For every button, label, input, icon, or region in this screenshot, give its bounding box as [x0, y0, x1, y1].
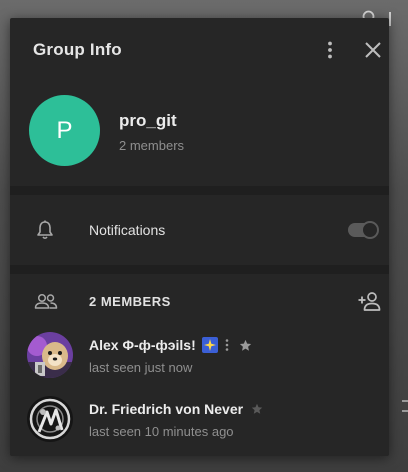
group-name: pro_git [119, 111, 177, 130]
group-avatar[interactable]: P [29, 95, 100, 166]
avatar [27, 332, 73, 378]
member-row[interactable]: Alex Φ-ф-фэils! last seen just now [10, 324, 389, 388]
group-info-dialog: Group Info P pro_git 2 members Notificat… [10, 18, 389, 456]
notifications-row[interactable]: Notifications [10, 195, 389, 265]
section-divider [10, 186, 389, 195]
people-icon [34, 293, 58, 309]
dialog-title: Group Info [33, 40, 122, 59]
dialog-header: Group Info [10, 18, 389, 80]
member-name: Dr. Friedrich von Never [89, 401, 263, 418]
background-divider [389, 12, 391, 26]
toggle-knob [361, 221, 379, 239]
member-last-seen: last seen just now [89, 360, 193, 375]
more-vertical-icon[interactable] [320, 40, 340, 60]
avatar [27, 396, 73, 442]
group-member-count: 2 members [119, 138, 185, 153]
member-name-text: Alex Φ-ф-фэils! [89, 337, 196, 354]
add-person-icon[interactable] [357, 289, 381, 313]
group-summary: P pro_git 2 members [10, 80, 389, 186]
background-line [402, 400, 408, 402]
member-row[interactable]: Dr. Friedrich von Never last seen 10 min… [10, 388, 389, 452]
star-icon [251, 402, 263, 418]
member-name-text: Dr. Friedrich von Never [89, 401, 244, 417]
notifications-toggle[interactable] [348, 221, 379, 239]
more-vertical-icon [224, 338, 230, 355]
section-divider [10, 265, 389, 274]
close-icon[interactable] [362, 39, 384, 61]
sparkle-emoji-icon [201, 337, 218, 356]
background-line [402, 410, 408, 412]
notifications-label: Notifications [89, 222, 166, 238]
members-count-heading: 2 MEMBERS [89, 294, 171, 309]
member-name: Alex Φ-ф-фэils! [89, 337, 252, 356]
member-last-seen: last seen 10 minutes ago [89, 424, 234, 439]
star-icon [239, 339, 252, 355]
bell-icon [37, 220, 53, 240]
members-section-header: 2 MEMBERS [10, 274, 389, 330]
